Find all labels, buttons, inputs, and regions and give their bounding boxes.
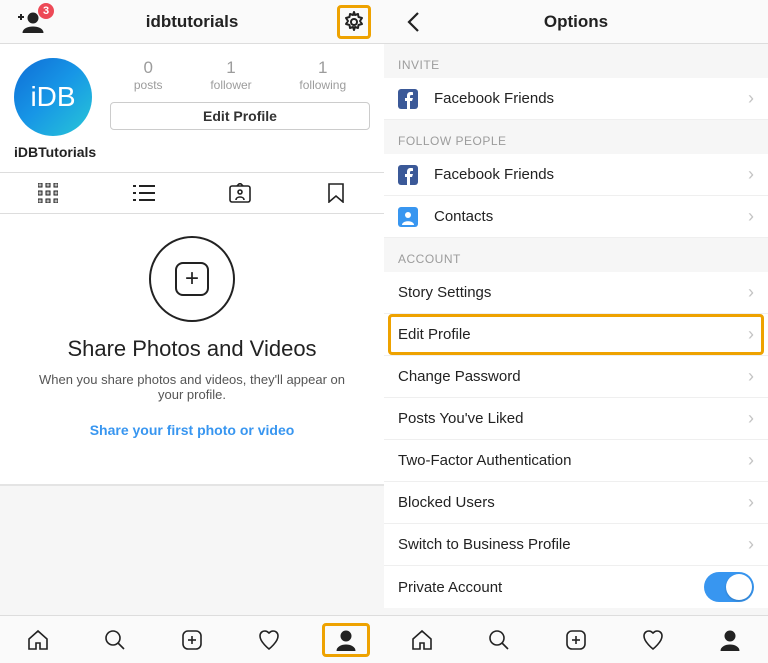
row-change-password[interactable]: Change Password › <box>384 356 768 398</box>
share-first-link[interactable]: Share your first photo or video <box>90 422 295 438</box>
chevron-right-icon: › <box>748 492 754 513</box>
view-tagged-tab[interactable] <box>192 173 288 213</box>
row-follow-contacts[interactable]: Contacts › <box>384 196 768 238</box>
empty-state: + Share Photos and Videos When you share… <box>0 214 384 485</box>
bookmark-icon <box>328 183 344 203</box>
chevron-right-icon: › <box>748 450 754 471</box>
options-scroll[interactable]: Invite Facebook Friends › Follow People … <box>384 44 768 615</box>
profile-icon <box>335 629 357 651</box>
home-icon <box>410 628 434 652</box>
tab-camera[interactable] <box>154 616 231 663</box>
stat-posts[interactable]: 0 posts <box>134 58 163 92</box>
tab-camera[interactable] <box>538 616 615 663</box>
settings-button[interactable] <box>337 5 371 39</box>
row-story-settings[interactable]: Story Settings › <box>384 272 768 314</box>
tab-home[interactable] <box>0 616 77 663</box>
search-icon <box>103 628 127 652</box>
profile-view-tabs <box>0 172 384 214</box>
gear-icon <box>342 10 366 34</box>
row-two-factor[interactable]: Two-Factor Authentication › <box>384 440 768 482</box>
group-invite-header: Invite <box>384 44 768 78</box>
chevron-right-icon: › <box>748 206 754 227</box>
empty-gap <box>0 485 384 615</box>
home-icon <box>26 628 50 652</box>
back-button[interactable] <box>384 11 444 33</box>
row-posts-liked[interactable]: Posts You've Liked › <box>384 398 768 440</box>
list-icon <box>133 184 155 202</box>
tab-profile[interactable] <box>691 616 768 663</box>
facebook-icon <box>398 165 422 185</box>
bottom-tabbar-right <box>384 615 768 663</box>
tagged-icon <box>229 183 251 203</box>
view-grid-tab[interactable] <box>0 173 96 213</box>
empty-graphic: + <box>149 236 235 322</box>
chevron-right-icon: › <box>748 88 754 109</box>
grid-icon <box>38 183 58 203</box>
view-saved-tab[interactable] <box>288 173 384 213</box>
tab-activity[interactable] <box>614 616 691 663</box>
heart-icon <box>257 628 281 652</box>
options-topbar: Options <box>384 0 768 44</box>
facebook-icon <box>398 89 422 109</box>
add-post-icon <box>564 628 588 652</box>
row-edit-profile[interactable]: Edit Profile › <box>384 314 768 356</box>
search-icon <box>487 628 511 652</box>
edit-profile-button[interactable]: Edit Profile <box>110 102 370 130</box>
bottom-tabbar-left <box>0 615 384 663</box>
row-invite-facebook-friends[interactable]: Facebook Friends › <box>384 78 768 120</box>
chevron-right-icon: › <box>748 164 754 185</box>
chevron-right-icon: › <box>748 324 754 345</box>
row-blocked-users[interactable]: Blocked Users › <box>384 482 768 524</box>
contacts-icon <box>398 207 422 227</box>
group-account-header: Account <box>384 238 768 272</box>
display-name: iDBTutorials <box>0 144 384 172</box>
options-screen: Options Invite Facebook Friends › Follow… <box>384 0 768 663</box>
private-account-toggle[interactable] <box>704 572 754 602</box>
chevron-right-icon: › <box>748 366 754 387</box>
tab-profile[interactable] <box>307 616 384 663</box>
chevron-left-icon <box>405 11 423 33</box>
add-people-button[interactable]: 3 <box>0 11 60 33</box>
profile-icon <box>719 629 741 651</box>
tab-search[interactable] <box>461 616 538 663</box>
row-private-account[interactable]: Private Account <box>384 566 768 608</box>
plus-icon: + <box>175 262 209 296</box>
stat-followers[interactable]: 1 follower <box>210 58 251 92</box>
options-title: Options <box>444 12 708 32</box>
tab-home[interactable] <box>384 616 461 663</box>
view-list-tab[interactable] <box>96 173 192 213</box>
profile-topbar: 3 idbtutorials <box>0 0 384 44</box>
chevron-right-icon: › <box>748 282 754 303</box>
group-follow-header: Follow People <box>384 120 768 154</box>
chevron-right-icon: › <box>748 534 754 555</box>
profile-username-title: idbtutorials <box>60 12 324 32</box>
chevron-right-icon: › <box>748 408 754 429</box>
tab-search[interactable] <box>77 616 154 663</box>
add-post-icon <box>180 628 204 652</box>
empty-subtitle: When you share photos and videos, they'l… <box>32 372 352 402</box>
friend-request-badge: 3 <box>38 3 54 19</box>
empty-title: Share Photos and Videos <box>67 336 316 362</box>
profile-screen: 3 idbtutorials iDB 0 posts 1 f <box>0 0 384 663</box>
profile-header: iDB 0 posts 1 follower 1 following Edit … <box>0 44 384 144</box>
avatar[interactable]: iDB <box>14 58 92 136</box>
tab-activity[interactable] <box>230 616 307 663</box>
row-follow-facebook-friends[interactable]: Facebook Friends › <box>384 154 768 196</box>
stat-following[interactable]: 1 following <box>299 58 346 92</box>
heart-icon <box>641 628 665 652</box>
row-switch-business[interactable]: Switch to Business Profile › <box>384 524 768 566</box>
